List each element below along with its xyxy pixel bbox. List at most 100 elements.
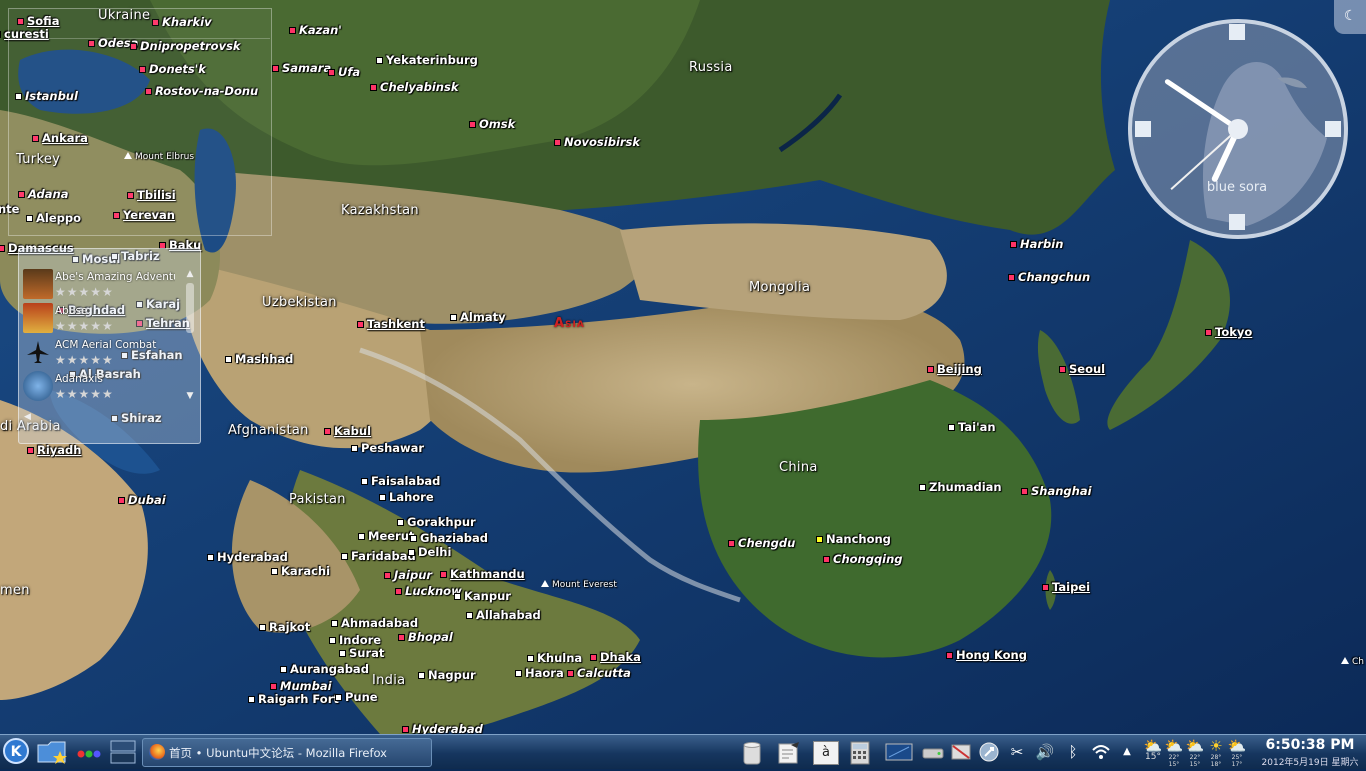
- place-name: Allahabad: [476, 608, 541, 622]
- place-kabul: Kabul: [324, 424, 371, 438]
- weather-temp: 25° 17°: [1231, 754, 1243, 768]
- scissors-klipper-icon[interactable]: ✂: [1006, 741, 1028, 763]
- file-manager-launcher[interactable]: [36, 737, 68, 767]
- city-marker-icon: [225, 356, 232, 363]
- cloud-sun-icon: ⛅: [1227, 737, 1247, 755]
- game-item[interactable]: ACM Aerial Combat ★★★★★: [21, 337, 181, 371]
- city-marker-icon: [271, 568, 278, 575]
- weather-day[interactable]: ⛅ 22° 15°: [1164, 738, 1184, 768]
- region-label: Russia: [689, 60, 733, 75]
- game-item[interactable]: Abuse ★★★★★: [21, 303, 181, 337]
- place-ahmadabad: Ahmadabad: [331, 616, 418, 630]
- activities-dots-button[interactable]: [74, 745, 104, 758]
- place-calcutta: Calcutta: [567, 666, 631, 680]
- game-item[interactable]: Abe's Amazing Adventure ★★★★★: [21, 269, 181, 303]
- desktop-toolbox-button[interactable]: ☾: [1334, 0, 1366, 34]
- place-name: Harbin: [1020, 237, 1064, 251]
- place-name: Faridabad: [351, 549, 416, 563]
- place-faridabad: Faridabad: [341, 549, 416, 563]
- keyboard-layout-indicator[interactable]: à: [813, 741, 839, 765]
- city-marker-icon: [397, 519, 404, 526]
- city-marker-icon: [466, 612, 473, 619]
- place-nanchong: Nanchong: [816, 532, 891, 546]
- svg-text:K: K: [11, 744, 23, 760]
- place-haora: Haora: [515, 666, 564, 680]
- weather-day[interactable]: ⛅ 15°: [1143, 738, 1163, 762]
- colored-dots-icon: [77, 750, 101, 758]
- scroll-up-arrow-icon[interactable]: ▲: [185, 269, 195, 279]
- scroll-left-arrow-icon[interactable]: ◀: [24, 412, 31, 422]
- analog-clock-widget[interactable]: blue sora: [1127, 18, 1349, 240]
- kde-menu-button[interactable]: K: [2, 737, 32, 767]
- place-peshawar: Peshawar: [351, 441, 424, 455]
- city-marker-icon: [289, 27, 296, 34]
- storage-device-icon[interactable]: [922, 741, 944, 763]
- text-editor-icon[interactable]: [777, 741, 799, 764]
- place-faisalabad: Faisalabad: [361, 474, 440, 488]
- rating-stars[interactable]: ★★★★★: [55, 387, 114, 401]
- place-name: Kanpur: [464, 589, 511, 603]
- rating-stars[interactable]: ★★★★★: [55, 285, 114, 299]
- place-bhopal: Bhopal: [398, 630, 453, 644]
- place-name: Riyadh: [37, 443, 82, 457]
- game-title: Abe's Amazing Adventure: [55, 271, 175, 283]
- rating-stars[interactable]: ★★★★★: [55, 319, 114, 333]
- mountain-marker-icon: [1341, 657, 1349, 664]
- rating-stars[interactable]: ★★★★★: [55, 353, 114, 367]
- cloud-sun-icon: ⛅: [1164, 737, 1184, 755]
- place-rajkot: Rajkot: [259, 620, 310, 634]
- tray-expand-arrow-icon[interactable]: ▲: [1116, 741, 1138, 763]
- place-name: Meerut: [368, 529, 415, 543]
- calculator-icon[interactable]: [849, 741, 871, 765]
- city-marker-icon: [331, 620, 338, 627]
- place-name: Faisalabad: [371, 474, 441, 488]
- volume-icon[interactable]: 🔊: [1034, 741, 1056, 763]
- place-name: Zhumadian: [929, 480, 1002, 494]
- game-item[interactable]: Adanaxis ★★★★★: [21, 371, 181, 405]
- vertical-scrollbar[interactable]: ▲ ▼: [184, 269, 196, 401]
- moon-icon: ☾: [1344, 8, 1357, 24]
- city-marker-icon: [554, 139, 561, 146]
- city-marker-icon: [379, 494, 386, 501]
- digital-clock-time[interactable]: 6:50:38 PM: [1260, 737, 1360, 753]
- place-pune: Pune: [335, 690, 378, 704]
- wifi-icon[interactable]: [1090, 741, 1112, 763]
- pager-widget[interactable]: [110, 737, 136, 767]
- place-gorakhpur: Gorakhpur: [397, 515, 476, 529]
- place-name: Beijing: [937, 362, 982, 376]
- place-harbin: Harbin: [1010, 237, 1063, 251]
- city-marker-icon: [118, 497, 125, 504]
- place-mumbai: Mumbai: [270, 679, 332, 693]
- network-disconnected-icon[interactable]: [950, 741, 972, 763]
- place-everest: Mount Everest: [541, 578, 617, 592]
- city-marker-icon: [402, 726, 409, 733]
- place-tokyo: Tokyo: [1205, 325, 1252, 339]
- scrollbar-thumb[interactable]: [186, 283, 194, 333]
- taskbar-item-firefox[interactable]: 首页 • Ubuntu中文论坛 - Mozilla Firefox: [142, 738, 432, 767]
- bluetooth-icon[interactable]: ᛒ: [1062, 741, 1084, 763]
- clock-marker-3: [1325, 121, 1341, 137]
- digital-clock-date[interactable]: 2012年5月19日 星期六: [1254, 755, 1366, 768]
- place-name: Ch: [1352, 657, 1364, 667]
- region-label: men: [0, 583, 30, 598]
- place-tashkent: Tashkent: [357, 317, 425, 331]
- place-name: Karachi: [281, 564, 331, 578]
- weather-day[interactable]: ⛅ 22° 15°: [1185, 738, 1205, 768]
- trash-icon[interactable]: [741, 741, 763, 765]
- city-marker-icon: [450, 314, 457, 321]
- place-aurangabad: Aurangabad: [280, 662, 369, 676]
- place-name: Ufa: [338, 65, 361, 79]
- display-settings-icon[interactable]: [885, 741, 913, 763]
- weather-day[interactable]: ☀ 28° 18°: [1206, 738, 1226, 768]
- place-name: Novosibirsk: [564, 135, 641, 149]
- updates-rocket-icon[interactable]: [978, 741, 1000, 763]
- scroll-down-arrow-icon[interactable]: ▼: [185, 391, 195, 401]
- place-name: Tashkent: [367, 317, 425, 331]
- weather-day[interactable]: ⛅ 25° 17°: [1227, 738, 1247, 768]
- place-name: Dubai: [128, 493, 166, 507]
- city-marker-icon: [328, 69, 335, 76]
- city-marker-icon: [469, 121, 476, 128]
- city-marker-icon: [927, 366, 934, 373]
- games-plasmoid[interactable]: Abe's Amazing Adventure ★★★★★ Abuse ★★★★…: [18, 248, 201, 444]
- city-marker-icon: [280, 666, 287, 673]
